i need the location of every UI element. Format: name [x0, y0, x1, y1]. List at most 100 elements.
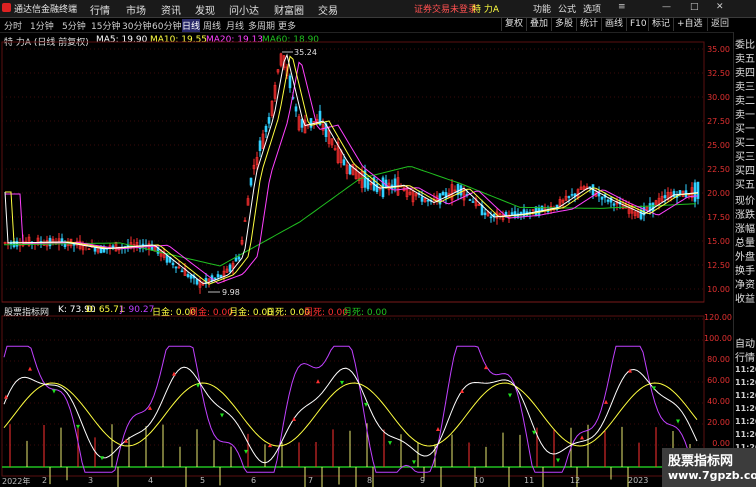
diejia-button[interactable]: 叠加 — [526, 18, 551, 31]
sidebar-hangqing-tab[interactable]: 行情 — [735, 349, 755, 364]
date-tick: 3 — [88, 476, 94, 485]
menu-item-hangqing[interactable]: 行情 — [90, 2, 110, 17]
candle-body — [186, 274, 190, 277]
candle-body — [678, 190, 682, 195]
sell-arrow-icon — [220, 413, 224, 418]
sidebar-label: 净资 — [735, 280, 755, 291]
candle-body — [471, 201, 475, 203]
period-fenshi[interactable]: 分时 — [4, 19, 22, 32]
menu-item-caifuquan[interactable]: 财富圈 — [274, 2, 304, 17]
period-weekly[interactable]: 周线 — [203, 19, 221, 32]
tongji-button[interactable]: 统计 — [576, 18, 601, 31]
signal-spikes — [9, 423, 697, 487]
trade-time: 11:26 — [735, 378, 756, 387]
date-tick: 2023 — [628, 476, 649, 485]
menu-item-jiaoyi[interactable]: 交易 — [318, 2, 338, 17]
date-tick: 2022年 — [2, 477, 31, 486]
menu-item-gongshi[interactable]: 公式 — [558, 2, 576, 15]
price-tick: 10.00 — [707, 285, 730, 294]
d-label: D: 65.71 — [86, 305, 125, 315]
f10-button[interactable]: F10 — [626, 18, 650, 31]
fuquan-button[interactable]: 复权 — [501, 18, 526, 31]
ma60-line — [4, 166, 697, 267]
sidebar-auto-tab[interactable]: 自动 — [735, 335, 755, 350]
add-watchlist-button[interactable]: +自选 — [673, 18, 706, 31]
fanhui-button[interactable]: 返回 — [707, 18, 732, 31]
huaxian-button[interactable]: 画线 — [601, 18, 626, 31]
menu-item-xuanxiang[interactable]: 选项 — [583, 2, 601, 15]
candle-body — [213, 277, 217, 280]
price-tick: 32.50 — [707, 69, 730, 78]
sidebar-label: 买四 — [735, 166, 755, 177]
main-chart-area[interactable]: 35.24 9.98 — [0, 34, 734, 487]
ind-tick: 100.00 — [704, 334, 732, 343]
period-monthly[interactable]: 月线 — [226, 19, 244, 32]
period-multi[interactable]: 多周期 — [248, 19, 275, 32]
menu-bar: 通达信金融终端 行情 市场 资讯 发现 问小达 财富圈 交易 证券交易未登录 特… — [0, 0, 756, 18]
buy-arrow-icon — [316, 379, 320, 384]
menu-item-gongneng[interactable]: 功能 — [533, 2, 551, 15]
zhousi-label: 周死: 0.00 — [304, 308, 348, 318]
sidebar-label: 卖五 — [735, 54, 755, 65]
sidebar-label: 买三 — [735, 152, 755, 163]
login-notice[interactable]: 证券交易未登录 — [414, 2, 477, 15]
biaoji-button[interactable]: 标记 — [648, 18, 673, 31]
candle-body — [606, 199, 610, 202]
trade-time: 11:26 — [735, 391, 756, 400]
price-tick: 20.00 — [707, 189, 730, 198]
yuesi-label: 月死: 0.00 — [343, 308, 387, 318]
quote-sidebar: 委比 卖五 卖四 卖三 卖二 卖一 买一 买二 买三 买四 买五 现价 涨跌 涨… — [733, 32, 756, 487]
menu-item-shichang[interactable]: 市场 — [126, 2, 146, 17]
sidebar-label: 收益 — [735, 294, 755, 305]
maximize-icon[interactable]: □ — [690, 2, 699, 12]
app-title: 通达信金融终端 — [14, 5, 78, 15]
date-tick: 7 — [308, 476, 314, 485]
watermark-title: 股票指标网 — [668, 454, 734, 469]
period-15min[interactable]: 15分钟 — [91, 19, 120, 32]
menu-item-zixun[interactable]: 资讯 — [161, 2, 181, 17]
menu-item-wenxiaoda[interactable]: 问小达 — [229, 2, 259, 17]
period-more[interactable]: 更多 — [278, 19, 296, 32]
minimize-icon[interactable]: — — [662, 2, 671, 12]
candle-body — [426, 199, 430, 202]
sell-arrow-icon — [676, 419, 680, 424]
candle-body — [483, 212, 487, 216]
buy-arrow-icon — [28, 366, 32, 371]
sidebar-label: 买二 — [735, 138, 755, 149]
date-tick: 12 — [570, 476, 581, 485]
candle-body — [264, 125, 268, 132]
candle-body — [267, 117, 271, 124]
candle-body — [672, 190, 676, 198]
period-daily[interactable]: 日线 — [182, 19, 201, 32]
period-30min[interactable]: 30分钟 — [122, 19, 151, 32]
period-5min[interactable]: 5分钟 — [62, 19, 86, 32]
date-tick: 10 — [474, 476, 485, 485]
price-tick: 12.50 — [707, 261, 730, 270]
menu-icon[interactable]: ≡ — [618, 2, 626, 12]
trade-time: 11:26 — [735, 430, 756, 439]
buy-arrow-icon — [604, 399, 608, 404]
price-tick: 25.00 — [707, 141, 730, 150]
sell-arrow-icon — [196, 383, 200, 388]
menu-item-faxian[interactable]: 发现 — [195, 2, 215, 17]
sell-arrow-icon — [364, 402, 368, 407]
candle-body — [228, 264, 232, 272]
duogu-button[interactable]: 多股 — [551, 18, 576, 31]
candle-body — [111, 245, 115, 249]
candle-body — [93, 247, 97, 252]
sidebar-label: 买一 — [735, 124, 755, 135]
sell-arrow-icon — [244, 449, 248, 454]
sidebar-label: 卖二 — [735, 96, 755, 107]
candle-body — [420, 196, 424, 202]
price-tick: 35.00 — [707, 45, 730, 54]
candle-body — [216, 274, 220, 278]
date-tick: 5 — [200, 476, 206, 485]
period-1min[interactable]: 1分钟 — [30, 19, 54, 32]
ma20-line — [5, 61, 699, 284]
close-icon[interactable]: ✕ — [716, 2, 724, 12]
ind-tick: 40.00 — [707, 397, 730, 406]
candle-body — [234, 257, 238, 262]
candle-body — [189, 274, 193, 279]
ind-tick: 0.00 — [712, 439, 730, 448]
period-60min[interactable]: 60分钟 — [152, 19, 181, 32]
